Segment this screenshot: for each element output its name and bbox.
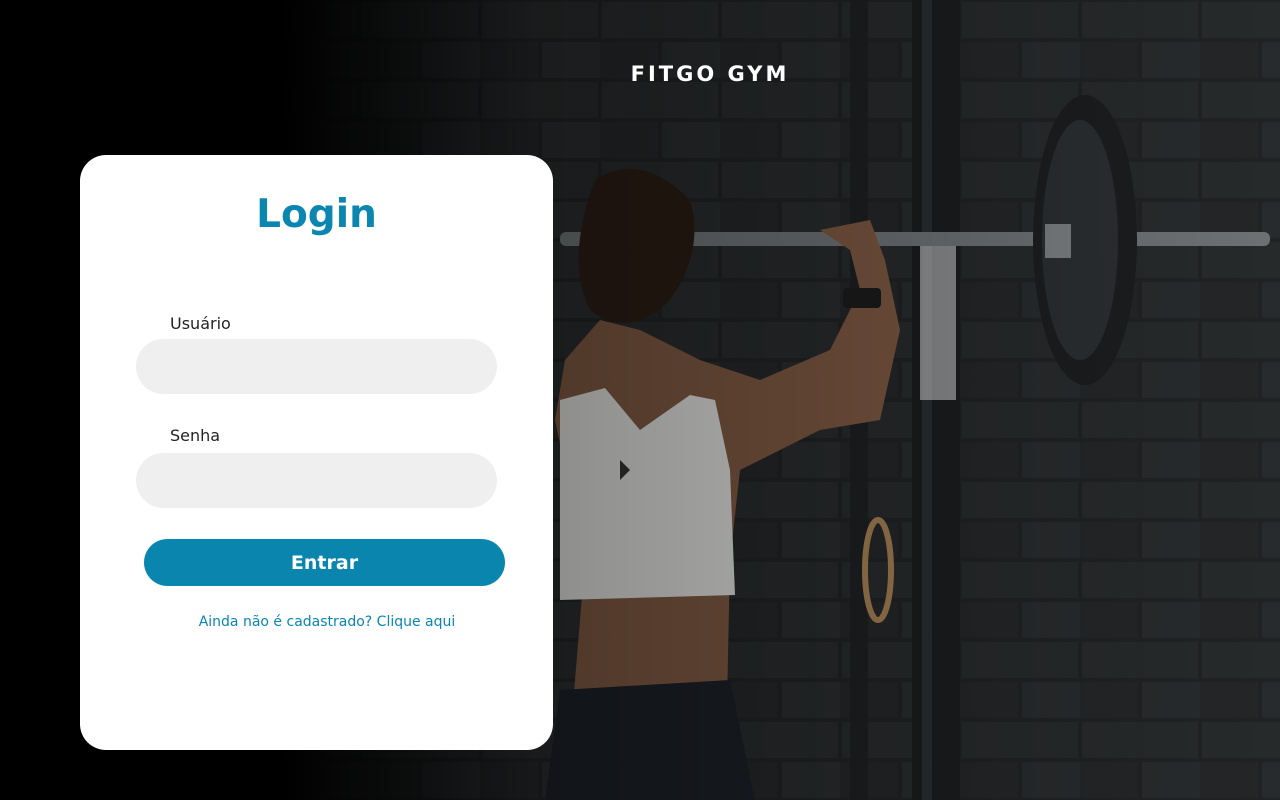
username-input[interactable] (136, 339, 497, 394)
password-input[interactable] (136, 453, 497, 508)
username-label: Usuário (170, 314, 231, 333)
password-label: Senha (170, 426, 221, 445)
signup-link[interactable]: Ainda não é cadastrado? Clique aqui (144, 614, 510, 630)
login-page: FITGO GYM Login Usuário Senha Entrar Ain… (0, 0, 1280, 800)
login-button[interactable]: Entrar (144, 539, 505, 586)
brand-logo: FITGO GYM (630, 62, 790, 86)
login-title: Login (256, 192, 377, 237)
